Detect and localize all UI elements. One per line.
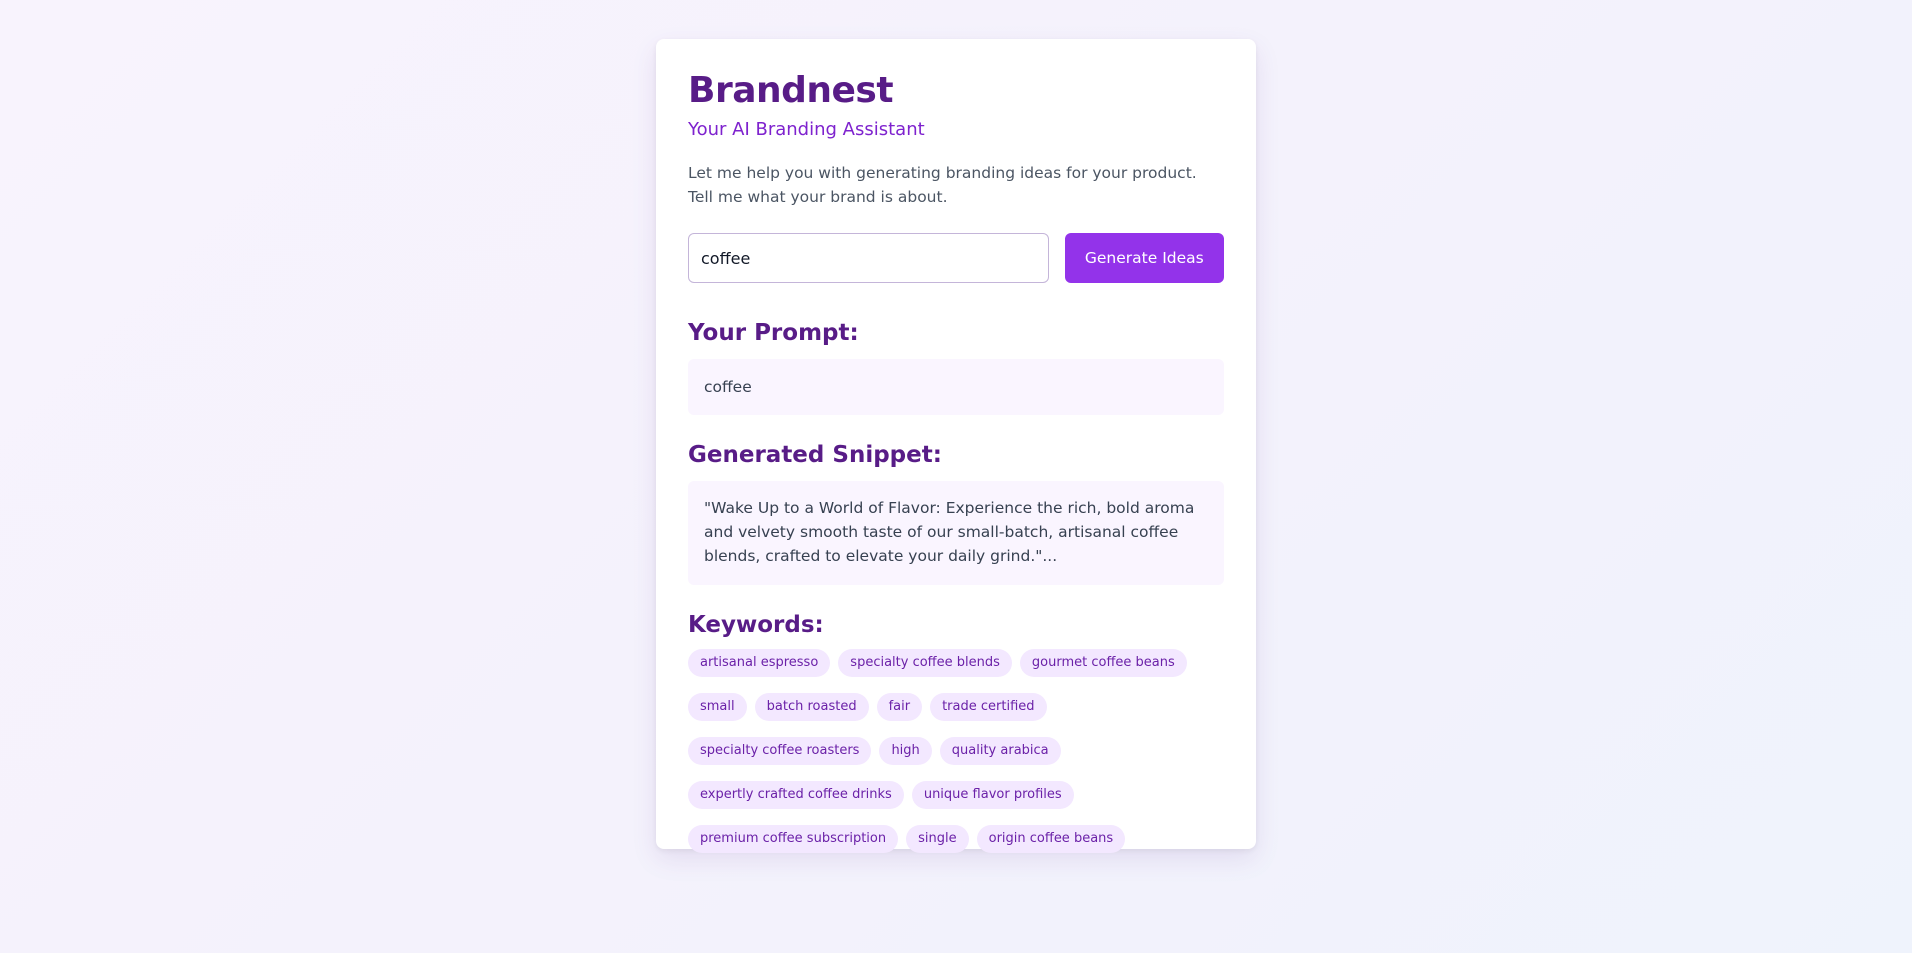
intro-line-2: Tell me what your brand is about.: [688, 188, 948, 206]
keyword-chip: quality arabica: [939, 737, 1061, 765]
keyword-chip: trade certified: [930, 693, 1047, 721]
keyword-chip: specialty coffee blends: [838, 649, 1012, 677]
keyword-chip: small: [688, 693, 747, 721]
intro-line-1: Let me help you with generating branding…: [688, 164, 1197, 182]
brand-prompt-input[interactable]: [688, 233, 1049, 283]
keyword-chip: unique flavor profiles: [911, 781, 1074, 809]
branding-card: Brandnest Your AI Branding Assistant Let…: [656, 39, 1256, 853]
keywords-list: artisanal espresso specialty coffee blend…: [688, 649, 1218, 853]
keyword-chip: batch roasted: [754, 693, 869, 721]
app-subtitle: Your AI Branding Assistant: [688, 119, 925, 140]
keyword-chip: gourmet coffee beans: [1019, 649, 1187, 677]
generated-snippet-heading: Generated Snippet:: [688, 442, 942, 468]
keyword-chip: origin coffee beans: [976, 825, 1126, 853]
keyword-chip: single: [906, 825, 969, 853]
keywords-heading: Keywords:: [688, 612, 824, 638]
prompt-form: Generate Ideas: [688, 233, 1224, 283]
snippet-display: "Wake Up to a World of Flavor: Experienc…: [688, 481, 1224, 585]
generate-ideas-button[interactable]: Generate Ideas: [1064, 233, 1224, 283]
your-prompt-heading: Your Prompt:: [688, 320, 859, 346]
app-title: Brandnest: [688, 70, 894, 111]
intro-text: Let me help you with generating branding…: [688, 161, 1224, 209]
keyword-chip: premium coffee subscription: [688, 825, 899, 853]
keyword-chip: high: [879, 737, 932, 765]
keyword-chip: specialty coffee roasters: [688, 737, 872, 765]
keyword-chip: expertly crafted coffee drinks: [688, 781, 904, 809]
prompt-display: coffee: [688, 359, 1224, 415]
keyword-chip: fair: [876, 693, 923, 721]
keyword-chip: artisanal espresso: [688, 649, 831, 677]
